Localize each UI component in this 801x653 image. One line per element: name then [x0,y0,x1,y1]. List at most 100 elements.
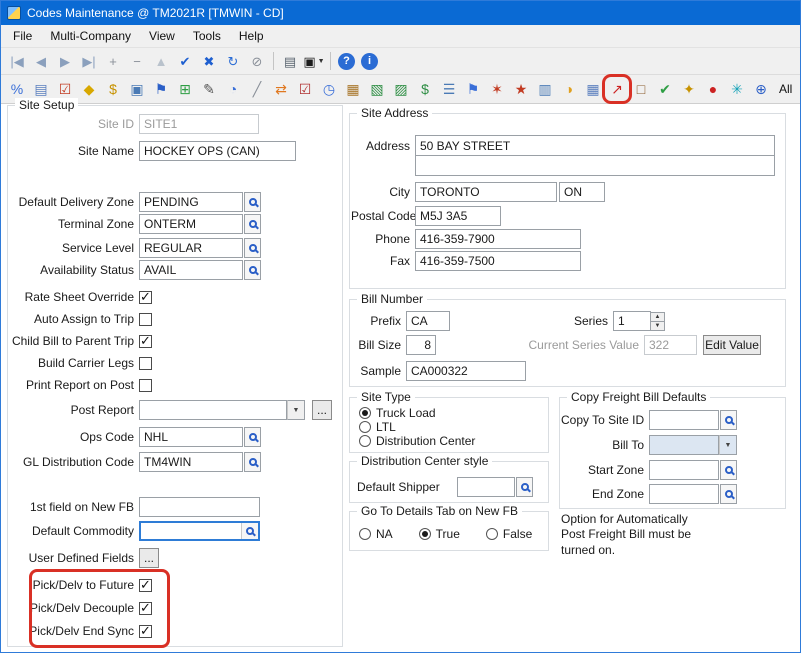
address-line2-field[interactable] [415,155,775,176]
next-record-icon[interactable]: ▶ [53,50,77,72]
stars-icon[interactable]: ✶ [485,77,509,101]
site-name-field[interactable]: HOCKEY OPS (CAN) [139,141,296,161]
meter-icon[interactable]: ◑ [557,77,581,101]
flag-alt-icon[interactable]: ⚑ [461,77,485,101]
calendar-icon[interactable]: ▦ [581,77,605,101]
cancel-icon[interactable]: ✖ [197,50,221,72]
service-level-lookup-button[interactable] [244,238,261,258]
gl-distribution-code-lookup-button[interactable] [244,452,261,472]
province-field[interactable]: ON [559,182,605,202]
asterisk-icon[interactable]: ✳ [725,77,749,101]
ledger-icon[interactable]: ▧ [365,77,389,101]
default-commodity-lookup-button[interactable] [241,523,258,539]
bill-size-field[interactable]: 8 [406,335,436,355]
keys-icon[interactable]: ✦ [677,77,701,101]
badge-icon[interactable]: ◆ [77,77,101,101]
go-to-details-true-radio[interactable] [419,528,431,540]
bill-to-dropdown[interactable] [649,435,719,455]
globe-icon[interactable]: ⊕ [749,77,773,101]
user-defined-fields-button[interactable]: ... [139,548,159,568]
service-level-field[interactable]: REGULAR [139,238,243,258]
ledger-alt-icon[interactable]: ▨ [389,77,413,101]
rate-sheet-override-checkbox[interactable] [139,291,152,304]
end-zone-field[interactable] [649,484,719,504]
blade-icon[interactable]: ╱ [245,77,269,101]
default-delivery-zone-field[interactable]: PENDING [139,192,243,212]
redirect-icon[interactable]: ↗ [605,77,629,101]
table-add-icon[interactable]: ⊞ [173,77,197,101]
menu-view[interactable]: View [140,26,184,46]
first-record-icon[interactable]: |◀ [5,50,29,72]
ops-code-field[interactable]: NHL [139,427,243,447]
help-icon[interactable]: ? [338,53,355,70]
pick-delv-end-sync-checkbox[interactable] [139,625,152,638]
screen-select-icon[interactable]: ▣▼ [302,50,326,72]
pick-delv-to-future-checkbox[interactable] [139,579,152,592]
clock-icon[interactable]: ◷ [317,77,341,101]
copy-icon[interactable]: ▣ [125,77,149,101]
refresh-icon[interactable]: ↻ [221,50,245,72]
bill-to-dropdown-caret[interactable]: ▼ [719,435,737,455]
default-commodity-field[interactable] [141,523,240,539]
grid-icon[interactable]: ▥ [533,77,557,101]
series-down-button[interactable]: ▼ [650,321,665,331]
menu-file[interactable]: File [4,26,41,46]
gl-distribution-code-field[interactable]: TM4WIN [139,452,243,472]
copy-to-site-id-lookup-button[interactable] [720,410,737,430]
start-zone-lookup-button[interactable] [720,460,737,480]
terminal-zone-lookup-button[interactable] [244,214,261,234]
site-type-distribution-center-radio[interactable] [359,435,371,447]
package-icon[interactable]: □ [629,77,653,101]
split-icon[interactable]: ⇄ [269,77,293,101]
flag-icon[interactable]: ⚑ [149,77,173,101]
post-report-more-button[interactable]: ... [312,400,332,420]
up-record-icon[interactable]: ▲ [149,50,173,72]
end-zone-lookup-button[interactable] [720,484,737,504]
terminal-zone-field[interactable]: ONTERM [139,214,243,234]
toolbar-all-label[interactable]: All [773,82,798,96]
accept-icon[interactable]: ✔ [173,50,197,72]
fax-field[interactable]: 416-359-7500 [415,251,581,271]
previous-record-icon[interactable]: ◀ [29,50,53,72]
star-icon[interactable]: ★ [509,77,533,101]
print-report-on-post-checkbox[interactable] [139,379,152,392]
post-report-dropdown[interactable] [139,400,287,420]
menu-multi-company[interactable]: Multi-Company [41,26,140,46]
build-carrier-legs-checkbox[interactable] [139,357,152,370]
site-type-truck-load-radio[interactable] [359,407,371,419]
sample-field[interactable]: CA000322 [406,361,526,381]
form-check-icon[interactable]: ☑ [293,77,317,101]
availability-status-lookup-button[interactable] [244,260,261,280]
info-icon[interactable]: i [361,53,378,70]
copy-to-site-id-field[interactable] [649,410,719,430]
pen-icon[interactable]: ✎ [197,77,221,101]
print-icon[interactable]: ▤ [278,50,302,72]
default-delivery-zone-lookup-button[interactable] [244,192,261,212]
list-icon[interactable]: ☰ [437,77,461,101]
post-report-dropdown-caret[interactable]: ▼ [287,400,305,420]
default-shipper-field[interactable] [457,477,515,497]
ops-code-lookup-button[interactable] [244,427,261,447]
approve-icon[interactable]: ✔ [653,77,677,101]
child-bill-to-parent-trip-checkbox[interactable] [139,335,152,348]
first-field-new-fb-field[interactable] [139,497,260,517]
edit-value-button[interactable]: Edit Value [703,335,761,355]
series-field[interactable]: 1 [613,311,651,331]
menu-tools[interactable]: Tools [184,26,230,46]
go-to-details-false-radio[interactable] [486,528,498,540]
remove-record-icon[interactable]: − [125,50,149,72]
postal-code-field[interactable]: M5J 3A5 [415,206,501,226]
add-record-icon[interactable]: + [101,50,125,72]
city-field[interactable]: TORONTO [415,182,557,202]
clear-icon[interactable]: ⊘ [245,50,269,72]
prefix-field[interactable]: CA [406,311,450,331]
car-icon[interactable]: ● [701,77,725,101]
money-table-icon[interactable]: $ [413,77,437,101]
auto-assign-to-trip-checkbox[interactable] [139,313,152,326]
start-zone-field[interactable] [649,460,719,480]
dock-icon[interactable]: ▦ [341,77,365,101]
availability-status-field[interactable]: AVAIL [139,260,243,280]
phone-field[interactable]: 416-359-7900 [415,229,581,249]
default-shipper-lookup-button[interactable] [516,477,533,497]
site-type-ltl-radio[interactable] [359,421,371,433]
